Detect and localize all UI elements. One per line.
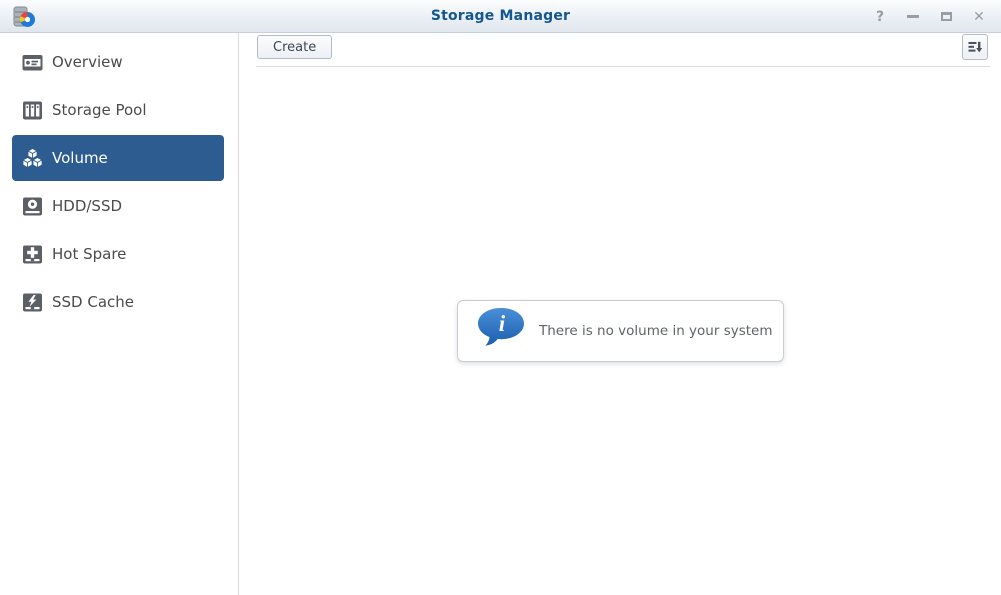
overview-icon [22,52,43,73]
minimize-icon[interactable] [905,9,921,25]
ssd-cache-icon [22,292,43,313]
window-title: Storage Manager [430,8,571,24]
sidebar-item-label: Hot Spare [52,245,127,263]
sidebar-item-label: Storage Pool [52,101,147,119]
hdd-ssd-icon [22,196,43,217]
main-content: Create i There is no volume in your syst… [240,33,1001,595]
hot-spare-icon [22,244,43,265]
help-icon[interactable]: ? [872,9,888,25]
sidebar-item-overview[interactable]: Overview [12,39,224,85]
volume-cubes-icon [22,147,43,169]
empty-message: There is no volume in your system [539,323,773,339]
sidebar-item-volume[interactable]: Volume [12,135,224,181]
window-controls: ? ✕ [872,0,987,33]
sidebar-item-hot-spare[interactable]: Hot Spare [12,231,224,277]
sort-button[interactable] [962,34,988,60]
sidebar-item-label: Overview [52,53,123,71]
sidebar-item-storage-pool[interactable]: Storage Pool [12,87,224,133]
sidebar-item-label: Volume [52,149,108,167]
toolbar: Create [240,33,1001,67]
maximize-icon[interactable] [938,9,954,25]
svg-text:i: i [499,311,506,336]
sidebar-item-ssd-cache[interactable]: SSD Cache [12,279,224,325]
info-bubble-icon: i [475,306,527,356]
sidebar-item-label: HDD/SSD [52,197,123,215]
sort-descending-icon [967,39,983,55]
sidebar-item-label: SSD Cache [52,293,135,311]
storage-manager-window: Storage Manager ? ✕ Overview Storage Poo… [0,0,1001,595]
volume-empty-state: i There is no volume in your system [240,67,1001,595]
title-bar: Storage Manager ? ✕ [0,0,1001,33]
close-icon[interactable]: ✕ [971,9,987,25]
sidebar: Overview Storage Pool Volume HDD/SSD Hot… [0,33,239,595]
create-button[interactable]: Create [257,35,333,59]
sidebar-item-hdd-ssd[interactable]: HDD/SSD [12,183,224,229]
storage-pool-icon [22,100,43,121]
info-box: i There is no volume in your system [457,300,784,362]
